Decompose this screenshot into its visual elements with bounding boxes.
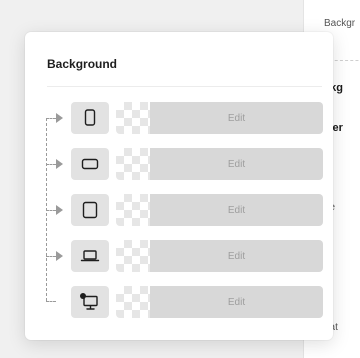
device-button-desktop[interactable] bbox=[71, 286, 109, 318]
tree-arrow-4-icon bbox=[56, 251, 63, 261]
edit-button[interactable]: Edit bbox=[150, 286, 323, 318]
laptop-icon bbox=[80, 249, 100, 263]
tree-branch-5 bbox=[46, 301, 56, 302]
edit-button[interactable]: Edit bbox=[150, 148, 323, 180]
tree-arrow-1-icon bbox=[56, 113, 63, 123]
side-panel-item-background[interactable]: Backgr bbox=[324, 18, 355, 29]
popover-divider bbox=[47, 86, 322, 87]
breakpoint-row-mobile-landscape: Edit bbox=[71, 148, 323, 180]
mobile-portrait-icon bbox=[83, 109, 97, 127]
device-button-mobile-portrait[interactable] bbox=[71, 102, 109, 134]
edit-button[interactable]: Edit bbox=[150, 102, 323, 134]
mobile-landscape-icon bbox=[81, 157, 99, 171]
breakpoint-row-desktop: Edit bbox=[71, 286, 323, 318]
breakpoint-row-mobile-portrait: Edit bbox=[71, 102, 323, 134]
edit-button[interactable]: Edit bbox=[150, 240, 323, 272]
tree-arrow-2-icon bbox=[56, 159, 63, 169]
breakpoint-row-tablet: Edit bbox=[71, 194, 323, 226]
tree-arrow-3-icon bbox=[56, 205, 63, 215]
background-swatch[interactable] bbox=[116, 240, 150, 272]
background-swatch[interactable] bbox=[116, 102, 150, 134]
tree-branch-1 bbox=[46, 118, 56, 119]
device-button-mobile-landscape[interactable] bbox=[71, 148, 109, 180]
edit-button[interactable]: Edit bbox=[150, 194, 323, 226]
tablet-icon bbox=[82, 201, 98, 219]
device-button-tablet[interactable] bbox=[71, 194, 109, 226]
tree-branch-3 bbox=[46, 210, 56, 211]
background-swatch[interactable] bbox=[116, 148, 150, 180]
breakpoint-row-laptop: Edit bbox=[71, 240, 323, 272]
device-button-laptop[interactable] bbox=[71, 240, 109, 272]
background-popover: Background Edit Edit Edit Edit Edit bbox=[25, 32, 333, 340]
tree-branch-2 bbox=[46, 164, 56, 165]
tree-branch-4 bbox=[46, 256, 56, 257]
background-swatch[interactable] bbox=[116, 286, 150, 318]
popover-title: Background bbox=[47, 57, 118, 71]
background-swatch[interactable] bbox=[116, 194, 150, 226]
desktop-icon bbox=[79, 292, 101, 312]
